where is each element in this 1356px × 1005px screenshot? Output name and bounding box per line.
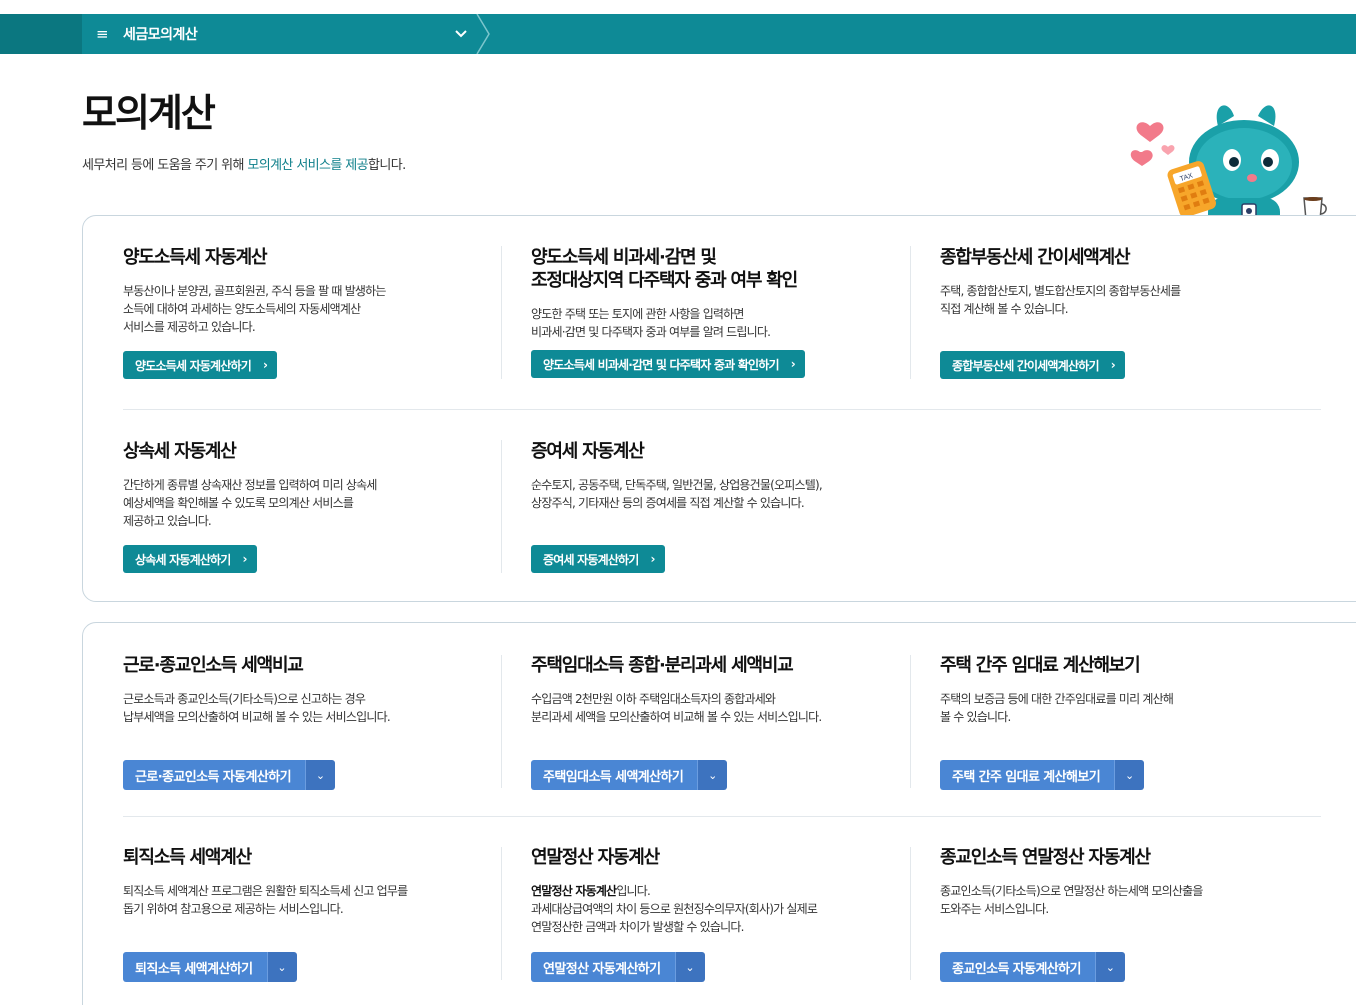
column-divider — [910, 246, 911, 379]
card-capital-gains-tax: 양도소득세 자동계산 부동산이나 분양권, 골프회원권, 주식 등을 팔 때 발… — [123, 246, 501, 336]
chevron-down-icon[interactable]: ⌄ — [1094, 952, 1125, 982]
religious-year-end-settlement-calc-button[interactable]: 종교인소득 자동계산하기 ⌄ — [940, 952, 1125, 982]
card-retirement-income: 퇴직소득 세액계산 퇴직소득 세액계산 프로그램은 원활한 퇴직소득세 신고 업… — [123, 846, 501, 918]
card-gift-tax: 증여세 자동계산 순수토지, 공동주택, 단독주택, 일반건물, 상업용건물(오… — [531, 440, 909, 512]
inheritance-tax-calc-button[interactable]: 상속세 자동계산하기 › — [123, 545, 257, 573]
chevron-right-icon: › — [263, 358, 268, 372]
chevron-down-icon[interactable]: ⌄ — [674, 952, 705, 982]
card-title: 주택 간주 임대료 계산해보기 — [940, 655, 1141, 676]
card-description: 수입금액 2천만원 이하 주택임대소득자의 종합과세와 분리과세 세액을 모의산… — [531, 692, 822, 724]
column-divider — [501, 847, 502, 980]
card-labor-religious-income: 근로·종교인소득 세액비교 근로소득과 종교인소득(기타소득)으로 신고하는 경… — [123, 654, 501, 726]
card-description: 퇴직소득 세액계산 프로그램은 원활한 퇴직소득세 신고 업무를 돕기 위하여 … — [123, 884, 408, 916]
card-title: 양도소득세 비과세·감면 및 조정대상지역 다주택자 중과 여부 확인 — [531, 247, 798, 291]
column-divider — [910, 847, 911, 980]
column-divider — [501, 440, 502, 573]
card-description: 부동산이나 분양권, 골프회원권, 주식 등을 팔 때 발생하는 소득에 대하여… — [123, 284, 386, 334]
deemed-rent-calc-button[interactable]: 주택 간주 임대료 계산해보기 ⌄ — [940, 760, 1145, 790]
gift-tax-calc-button[interactable]: 증여세 자동계산하기 › — [531, 545, 665, 573]
card-description: 양도한 주택 또는 토지에 관한 사항을 입력하면 비과세·감면 및 다주택자 … — [531, 307, 771, 339]
card-description: 주택, 종합합산토지, 별도합산토지의 종합부동산세를 직접 계산해 볼 수 있… — [940, 284, 1181, 316]
card-title: 종합부동산세 간이세액계산 — [940, 247, 1131, 268]
chevron-right-icon: › — [790, 357, 796, 371]
card-comprehensive-real-estate-tax: 종합부동산세 간이세액계산 주택, 종합합산토지, 별도합산토지의 종합부동산세… — [940, 246, 1318, 318]
card-title: 종교인소득 연말정산 자동계산 — [940, 847, 1151, 868]
card-description: 순수토지, 공동주택, 단독주택, 일반건물, 상업용건물(오피스텔), 상장주… — [531, 478, 823, 510]
card-description: 연말정산 자동계산입니다. 과세대상급여액의 차이 등으로 원천징수의무자(회사)… — [531, 884, 818, 934]
chevron-down-icon[interactable]: ⌄ — [1114, 760, 1145, 790]
chevron-right-icon: › — [1110, 358, 1116, 372]
housing-rental-income-calc-button[interactable]: 주택임대소득 세액계산하기 ⌄ — [531, 760, 728, 790]
row-divider — [123, 409, 1321, 410]
card-description: 근로소득과 종교인소득(기타소득)으로 신고하는 경우 납부세액을 모의산출하여… — [123, 692, 391, 724]
real-estate-tax-calc-button[interactable]: 종합부동산세 간이세액계산하기 › — [940, 351, 1125, 379]
card-title: 연말정산 자동계산 — [531, 847, 660, 868]
chevron-down-icon[interactable]: ⌄ — [266, 952, 297, 982]
card-religious-year-end-settlement: 종교인소득 연말정산 자동계산 종교인소득(기타소득)으로 연말정산 하는세액 … — [940, 846, 1318, 918]
card-capital-gains-exemption: 양도소득세 비과세·감면 및 조정대상지역 다주택자 중과 여부 확인 양도한 … — [531, 246, 909, 341]
year-end-settlement-calc-button[interactable]: 연말정산 자동계산하기 ⌄ — [531, 952, 705, 982]
card-description: 주택의 보증금 등에 대한 간주임대료를 미리 계산해 볼 수 있습니다. — [940, 692, 1174, 724]
column-divider — [501, 246, 502, 379]
card-inheritance-tax: 상속세 자동계산 간단하게 종류별 상속재산 정보를 입력하여 미리 상속세 예… — [123, 440, 501, 530]
capital-gains-exemption-check-button[interactable]: 양도소득세 비과세·감면 및 다주택자 중과 확인하기 › — [531, 350, 805, 378]
row-divider — [123, 816, 1321, 817]
breadcrumb-separator-icon — [476, 14, 490, 54]
card-housing-rental-income: 주택임대소득 종합·분리과세 세액비교 수입금액 2천만원 이하 주택임대소득자… — [531, 654, 909, 726]
card-title: 주택임대소득 종합·분리과세 세액비교 — [531, 655, 794, 676]
page-title: 모의계산 — [82, 91, 216, 135]
card-title: 근로·종교인소득 세액비교 — [123, 655, 304, 676]
capital-gains-tax-calc-button[interactable]: 양도소득세 자동계산하기 › — [123, 351, 278, 379]
column-divider — [910, 655, 911, 788]
nav-left-block — [0, 14, 82, 54]
menu-title: 세금모의계산 — [123, 27, 198, 43]
chevron-down-icon[interactable]: ⌄ — [697, 760, 728, 790]
page-description: 세무처리 등에 도움을 주기 위해 모의계산 서비스를 제공합니다. — [82, 158, 406, 173]
top-nav-bar: ≡ 세금모의계산 — [0, 14, 1356, 54]
card-description: 종교인소득(기타소득)으로 연말정산 하는세액 모의산출을 도와주는 서비스입니… — [940, 884, 1203, 916]
card-year-end-settlement: 연말정산 자동계산 연말정산 자동계산입니다. 과세대상급여액의 차이 등으로 원… — [531, 846, 909, 936]
mascot-illustration: TAX — [1130, 105, 1327, 230]
card-description: 간단하게 종류별 상속재산 정보를 입력하여 미리 상속세 예상세액을 확인해볼… — [123, 478, 377, 528]
card-title: 증여세 자동계산 — [531, 441, 645, 462]
card-title: 퇴직소득 세액계산 — [123, 847, 252, 868]
calculator-panel-income: 근로·종교인소득 세액비교 근로소득과 종교인소득(기타소득)으로 신고하는 경… — [82, 622, 1356, 1005]
labor-religious-income-calc-button[interactable]: 근로·종교인소득 자동계산하기 ⌄ — [123, 760, 335, 790]
card-deemed-rent: 주택 간주 임대료 계산해보기 주택의 보증금 등에 대한 간주임대료를 미리 … — [940, 654, 1318, 726]
chevron-down-icon — [455, 27, 477, 41]
chevron-right-icon: › — [650, 552, 656, 566]
hamburger-icon: ≡ — [96, 25, 109, 43]
retirement-income-calc-button[interactable]: 퇴직소득 세액계산하기 ⌄ — [123, 952, 297, 982]
chevron-down-icon[interactable]: ⌄ — [304, 760, 335, 790]
calculator-panel-property: 양도소득세 자동계산 부동산이나 분양권, 골프회원권, 주식 등을 팔 때 발… — [82, 215, 1356, 602]
menu-dropdown[interactable]: ≡ 세금모의계산 — [82, 14, 477, 54]
column-divider — [501, 655, 502, 788]
card-title: 상속세 자동계산 — [123, 441, 237, 462]
chevron-right-icon: › — [242, 552, 248, 566]
card-title: 양도소득세 자동계산 — [123, 247, 268, 268]
